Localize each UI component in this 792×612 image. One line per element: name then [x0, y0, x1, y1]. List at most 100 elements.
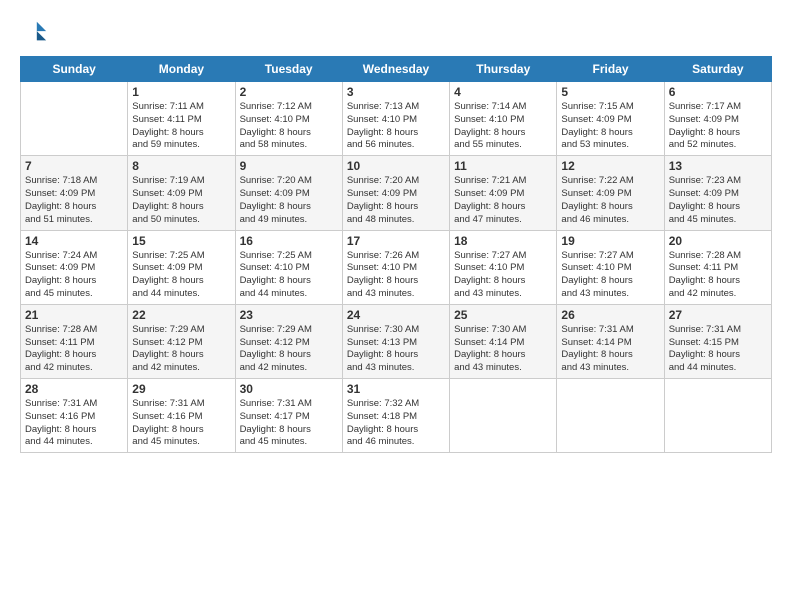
day-info: Sunrise: 7:17 AMSunset: 4:09 PMDaylight:…	[669, 101, 767, 152]
day-info: Sunrise: 7:20 AMSunset: 4:09 PMDaylight:…	[240, 175, 338, 226]
calendar-cell: 11 Sunrise: 7:21 AMSunset: 4:09 PMDayligh…	[450, 156, 557, 230]
day-number: 6	[669, 85, 767, 99]
weekday-thursday: Thursday	[450, 57, 557, 82]
calendar-cell: 13 Sunrise: 7:23 AMSunset: 4:09 PMDayligh…	[664, 156, 771, 230]
calendar-cell: 4Sunrise: 7:14 AMSunset: 4:10 PMDaylight…	[450, 82, 557, 156]
weekday-tuesday: Tuesday	[235, 57, 342, 82]
day-info: Sunrise: 7:31 AMSunset: 4:14 PMDaylight:…	[561, 324, 659, 375]
calendar-cell: 28 Sunrise: 7:31 AMSunset: 4:16 PMDayligh…	[21, 379, 128, 453]
calendar-cell: 3Sunrise: 7:13 AMSunset: 4:10 PMDaylight…	[342, 82, 449, 156]
day-number: 12	[561, 159, 659, 173]
day-number: 8	[132, 159, 230, 173]
day-info: Sunrise: 7:29 AMSunset: 4:12 PMDaylight:…	[240, 324, 338, 375]
day-info: Sunrise: 7:14 AMSunset: 4:10 PMDaylight:…	[454, 101, 552, 152]
calendar-cell	[664, 379, 771, 453]
calendar-cell: 6 Sunrise: 7:17 AMSunset: 4:09 PMDaylight…	[664, 82, 771, 156]
day-number: 11	[454, 159, 552, 173]
day-info: Sunrise: 7:28 AMSunset: 4:11 PMDaylight:…	[669, 250, 767, 301]
day-number: 20	[669, 234, 767, 248]
calendar-cell: 15 Sunrise: 7:25 AMSunset: 4:09 PMDayligh…	[128, 230, 235, 304]
day-info: Sunrise: 7:25 AMSunset: 4:09 PMDaylight:…	[132, 250, 230, 301]
calendar-cell: 18 Sunrise: 7:27 AMSunset: 4:10 PMDayligh…	[450, 230, 557, 304]
day-number: 25	[454, 308, 552, 322]
day-number: 23	[240, 308, 338, 322]
day-number: 31	[347, 382, 445, 396]
calendar-cell: 2 Sunrise: 7:12 AMSunset: 4:10 PMDaylight…	[235, 82, 342, 156]
calendar-cell: 5Sunrise: 7:15 AMSunset: 4:09 PMDaylight…	[557, 82, 664, 156]
weekday-sunday: Sunday	[21, 57, 128, 82]
header	[20, 18, 772, 46]
day-number: 17	[347, 234, 445, 248]
weekday-friday: Friday	[557, 57, 664, 82]
day-info: Sunrise: 7:30 AMSunset: 4:13 PMDaylight:…	[347, 324, 445, 375]
calendar-cell: 17 Sunrise: 7:26 AMSunset: 4:10 PMDayligh…	[342, 230, 449, 304]
day-number: 29	[132, 382, 230, 396]
calendar-cell: 20 Sunrise: 7:28 AMSunset: 4:11 PMDayligh…	[664, 230, 771, 304]
day-number: 14	[25, 234, 123, 248]
day-number: 27	[669, 308, 767, 322]
calendar-cell: 26 Sunrise: 7:31 AMSunset: 4:14 PMDayligh…	[557, 304, 664, 378]
day-info: Sunrise: 7:24 AMSunset: 4:09 PMDaylight:…	[25, 250, 123, 301]
day-info: Sunrise: 7:11 AMSunset: 4:11 PMDaylight:…	[132, 101, 230, 152]
day-number: 26	[561, 308, 659, 322]
week-row-2: 7 Sunrise: 7:18 AMSunset: 4:09 PMDaylight…	[21, 156, 772, 230]
day-number: 15	[132, 234, 230, 248]
day-number: 7	[25, 159, 123, 173]
day-number: 10	[347, 159, 445, 173]
day-number: 13	[669, 159, 767, 173]
weekday-wednesday: Wednesday	[342, 57, 449, 82]
day-info: Sunrise: 7:20 AMSunset: 4:09 PMDaylight:…	[347, 175, 445, 226]
day-info: Sunrise: 7:26 AMSunset: 4:10 PMDaylight:…	[347, 250, 445, 301]
calendar-cell: 31 Sunrise: 7:32 AMSunset: 4:18 PMDayligh…	[342, 379, 449, 453]
day-number: 19	[561, 234, 659, 248]
calendar-cell	[557, 379, 664, 453]
calendar-cell: 12 Sunrise: 7:22 AMSunset: 4:09 PMDayligh…	[557, 156, 664, 230]
day-info: Sunrise: 7:27 AMSunset: 4:10 PMDaylight:…	[561, 250, 659, 301]
calendar-cell: 10 Sunrise: 7:20 AMSunset: 4:09 PMDayligh…	[342, 156, 449, 230]
calendar-cell: 16Sunrise: 7:25 AMSunset: 4:10 PMDayligh…	[235, 230, 342, 304]
day-number: 2	[240, 85, 338, 99]
day-number: 18	[454, 234, 552, 248]
calendar-cell: 30 Sunrise: 7:31 AMSunset: 4:17 PMDayligh…	[235, 379, 342, 453]
day-info: Sunrise: 7:31 AMSunset: 4:17 PMDaylight:…	[240, 398, 338, 449]
week-row-1: 1 Sunrise: 7:11 AMSunset: 4:11 PMDaylight…	[21, 82, 772, 156]
day-number: 9	[240, 159, 338, 173]
day-info: Sunrise: 7:32 AMSunset: 4:18 PMDaylight:…	[347, 398, 445, 449]
day-info: Sunrise: 7:22 AMSunset: 4:09 PMDaylight:…	[561, 175, 659, 226]
day-info: Sunrise: 7:19 AMSunset: 4:09 PMDaylight:…	[132, 175, 230, 226]
day-number: 3	[347, 85, 445, 99]
calendar-cell: 22Sunrise: 7:29 AMSunset: 4:12 PMDayligh…	[128, 304, 235, 378]
calendar-cell: 25 Sunrise: 7:30 AMSunset: 4:14 PMDayligh…	[450, 304, 557, 378]
day-info: Sunrise: 7:28 AMSunset: 4:11 PMDaylight:…	[25, 324, 123, 375]
day-info: Sunrise: 7:18 AMSunset: 4:09 PMDaylight:…	[25, 175, 123, 226]
day-info: Sunrise: 7:12 AMSunset: 4:10 PMDaylight:…	[240, 101, 338, 152]
day-number: 30	[240, 382, 338, 396]
week-row-3: 14 Sunrise: 7:24 AMSunset: 4:09 PMDayligh…	[21, 230, 772, 304]
calendar-cell: 14 Sunrise: 7:24 AMSunset: 4:09 PMDayligh…	[21, 230, 128, 304]
week-row-4: 21 Sunrise: 7:28 AMSunset: 4:11 PMDayligh…	[21, 304, 772, 378]
page: SundayMondayTuesdayWednesdayThursdayFrid…	[0, 0, 792, 612]
calendar-cell	[21, 82, 128, 156]
day-info: Sunrise: 7:31 AMSunset: 4:16 PMDaylight:…	[25, 398, 123, 449]
weekday-monday: Monday	[128, 57, 235, 82]
logo	[20, 18, 52, 46]
day-info: Sunrise: 7:31 AMSunset: 4:15 PMDaylight:…	[669, 324, 767, 375]
day-info: Sunrise: 7:15 AMSunset: 4:09 PMDaylight:…	[561, 101, 659, 152]
logo-icon	[20, 18, 48, 46]
week-row-5: 28 Sunrise: 7:31 AMSunset: 4:16 PMDayligh…	[21, 379, 772, 453]
calendar-cell: 7 Sunrise: 7:18 AMSunset: 4:09 PMDaylight…	[21, 156, 128, 230]
day-number: 28	[25, 382, 123, 396]
day-number: 22	[132, 308, 230, 322]
day-info: Sunrise: 7:23 AMSunset: 4:09 PMDaylight:…	[669, 175, 767, 226]
day-info: Sunrise: 7:21 AMSunset: 4:09 PMDaylight:…	[454, 175, 552, 226]
calendar-cell: 24Sunrise: 7:30 AMSunset: 4:13 PMDayligh…	[342, 304, 449, 378]
day-info: Sunrise: 7:25 AMSunset: 4:10 PMDaylight:…	[240, 250, 338, 301]
weekday-saturday: Saturday	[664, 57, 771, 82]
day-info: Sunrise: 7:30 AMSunset: 4:14 PMDaylight:…	[454, 324, 552, 375]
day-number: 21	[25, 308, 123, 322]
day-info: Sunrise: 7:27 AMSunset: 4:10 PMDaylight:…	[454, 250, 552, 301]
calendar-cell: 8 Sunrise: 7:19 AMSunset: 4:09 PMDaylight…	[128, 156, 235, 230]
calendar-cell	[450, 379, 557, 453]
day-number: 1	[132, 85, 230, 99]
calendar-cell: 29Sunrise: 7:31 AMSunset: 4:16 PMDayligh…	[128, 379, 235, 453]
